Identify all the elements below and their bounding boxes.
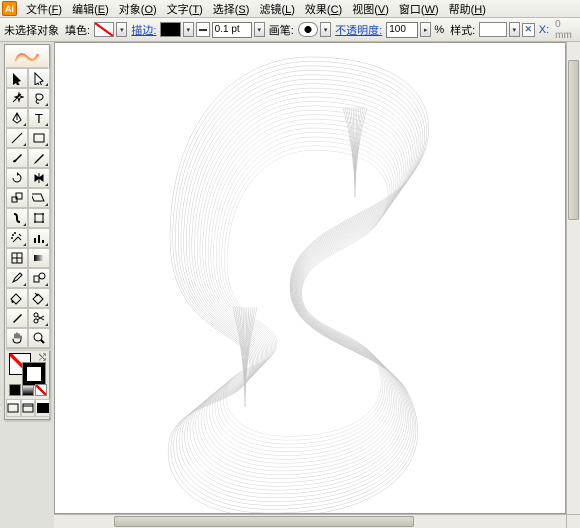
- style-swatch[interactable]: [479, 22, 507, 37]
- slice-tool[interactable]: [6, 308, 28, 328]
- stroke-weight-dropdown[interactable]: ▾: [254, 22, 265, 37]
- color-mode-solid[interactable]: [9, 384, 21, 396]
- menu-type[interactable]: 文字(T): [162, 0, 208, 19]
- screen-mode-full-menu[interactable]: [21, 399, 36, 417]
- menu-select[interactable]: 选择(S): [208, 0, 255, 19]
- fill-stroke-control[interactable]: ⤭: [6, 351, 50, 383]
- menu-bar: Ai 文件(F) 编辑(E) 对象(O) 文字(T) 选择(S) 滤镜(L) 效…: [0, 0, 580, 18]
- opacity-input[interactable]: [386, 22, 418, 38]
- menu-filter[interactable]: 滤镜(L): [254, 0, 299, 19]
- brush-swatch[interactable]: [298, 22, 318, 37]
- brush-label: 画笔:: [267, 22, 296, 38]
- screen-mode-normal[interactable]: [6, 399, 21, 417]
- menu-file[interactable]: 文件(F): [21, 0, 67, 19]
- color-mode-row: [6, 383, 50, 399]
- opacity-label[interactable]: 不透明度:: [333, 22, 384, 38]
- line-tool[interactable]: [6, 128, 28, 148]
- paintbrush-tool[interactable]: [6, 148, 28, 168]
- app-icon: Ai: [2, 1, 17, 16]
- symbol-sprayer-tool[interactable]: [6, 228, 28, 248]
- selection-tool[interactable]: [6, 68, 28, 88]
- artwork-s-blend: [130, 42, 490, 514]
- fill-swatch[interactable]: [94, 22, 114, 37]
- isolate-icon[interactable]: ✕: [522, 23, 535, 37]
- menu-edit[interactable]: 编辑(E): [67, 0, 114, 19]
- opacity-unit: %: [433, 24, 446, 36]
- scrollbar-vertical[interactable]: [566, 42, 580, 514]
- menu-help[interactable]: 帮助(H): [444, 0, 491, 19]
- stroke-weight-icon: [196, 22, 210, 37]
- color-mode-gradient[interactable]: [22, 384, 34, 396]
- scale-tool[interactable]: [6, 188, 28, 208]
- warp-tool[interactable]: [6, 208, 28, 228]
- magic-wand-tool[interactable]: [6, 88, 28, 108]
- svg-text:T: T: [35, 111, 43, 125]
- menu-view[interactable]: 视图(V): [347, 0, 394, 19]
- swap-fill-stroke-icon[interactable]: ⤭: [39, 352, 46, 363]
- zoom-tool[interactable]: [28, 328, 50, 348]
- hand-tool[interactable]: [6, 328, 28, 348]
- style-dropdown[interactable]: ▾: [509, 22, 520, 37]
- stroke-dropdown[interactable]: ▾: [183, 22, 194, 37]
- live-paint-selection-tool[interactable]: [28, 288, 50, 308]
- tool-palette: T⤭: [4, 44, 50, 420]
- blend-tool[interactable]: [28, 268, 50, 288]
- menu-effect[interactable]: 效果(C): [300, 0, 347, 19]
- control-bar: 未选择对象 填色: ▾ 描边: ▾ ▾ 画笔: ▾ 不透明度: ▸ % 样式: …: [0, 18, 580, 42]
- canvas[interactable]: [54, 42, 566, 514]
- fill-label: 填色:: [63, 22, 92, 38]
- mesh-tool[interactable]: [6, 248, 28, 268]
- style-label: 样式:: [448, 22, 477, 38]
- rectangle-tool[interactable]: [28, 128, 50, 148]
- scrollbar-corner: [566, 514, 580, 528]
- shear-tool[interactable]: [28, 188, 50, 208]
- palette-header-icon: [6, 46, 48, 68]
- free-transform-tool[interactable]: [28, 208, 50, 228]
- scrollbar-thumb[interactable]: [114, 516, 414, 527]
- selection-status: 未选择对象: [2, 22, 61, 38]
- brush-dropdown[interactable]: ▾: [320, 22, 331, 37]
- type-tool[interactable]: T: [28, 108, 50, 128]
- eyedropper-tool[interactable]: [6, 268, 28, 288]
- reflect-tool[interactable]: [28, 168, 50, 188]
- x-coord-value: 0 mm: [553, 19, 578, 41]
- stroke-weight-input[interactable]: [212, 22, 252, 38]
- color-mode-none[interactable]: [35, 384, 47, 396]
- x-coord-label: X:: [537, 24, 551, 36]
- scrollbar-thumb[interactable]: [568, 60, 579, 220]
- stroke-label[interactable]: 描边:: [129, 22, 158, 38]
- stroke-color-swatch[interactable]: [23, 363, 45, 385]
- pencil-tool[interactable]: [28, 148, 50, 168]
- pen-tool[interactable]: [6, 108, 28, 128]
- menu-window[interactable]: 窗口(W): [394, 0, 444, 19]
- screen-mode-full[interactable]: [35, 399, 50, 417]
- gradient-tool[interactable]: [28, 248, 50, 268]
- scissors-tool[interactable]: [28, 308, 50, 328]
- menu-object[interactable]: 对象(O): [114, 0, 162, 19]
- stroke-swatch[interactable]: [160, 22, 180, 37]
- scrollbar-horizontal[interactable]: [54, 514, 566, 528]
- fill-dropdown[interactable]: ▾: [116, 22, 127, 37]
- direct-selection-tool[interactable]: [28, 68, 50, 88]
- workspace: [0, 42, 580, 528]
- lasso-tool[interactable]: [28, 88, 50, 108]
- graph-tool[interactable]: [28, 228, 50, 248]
- opacity-dropdown[interactable]: ▸: [420, 22, 431, 37]
- live-paint-bucket-tool[interactable]: [6, 288, 28, 308]
- rotate-tool[interactable]: [6, 168, 28, 188]
